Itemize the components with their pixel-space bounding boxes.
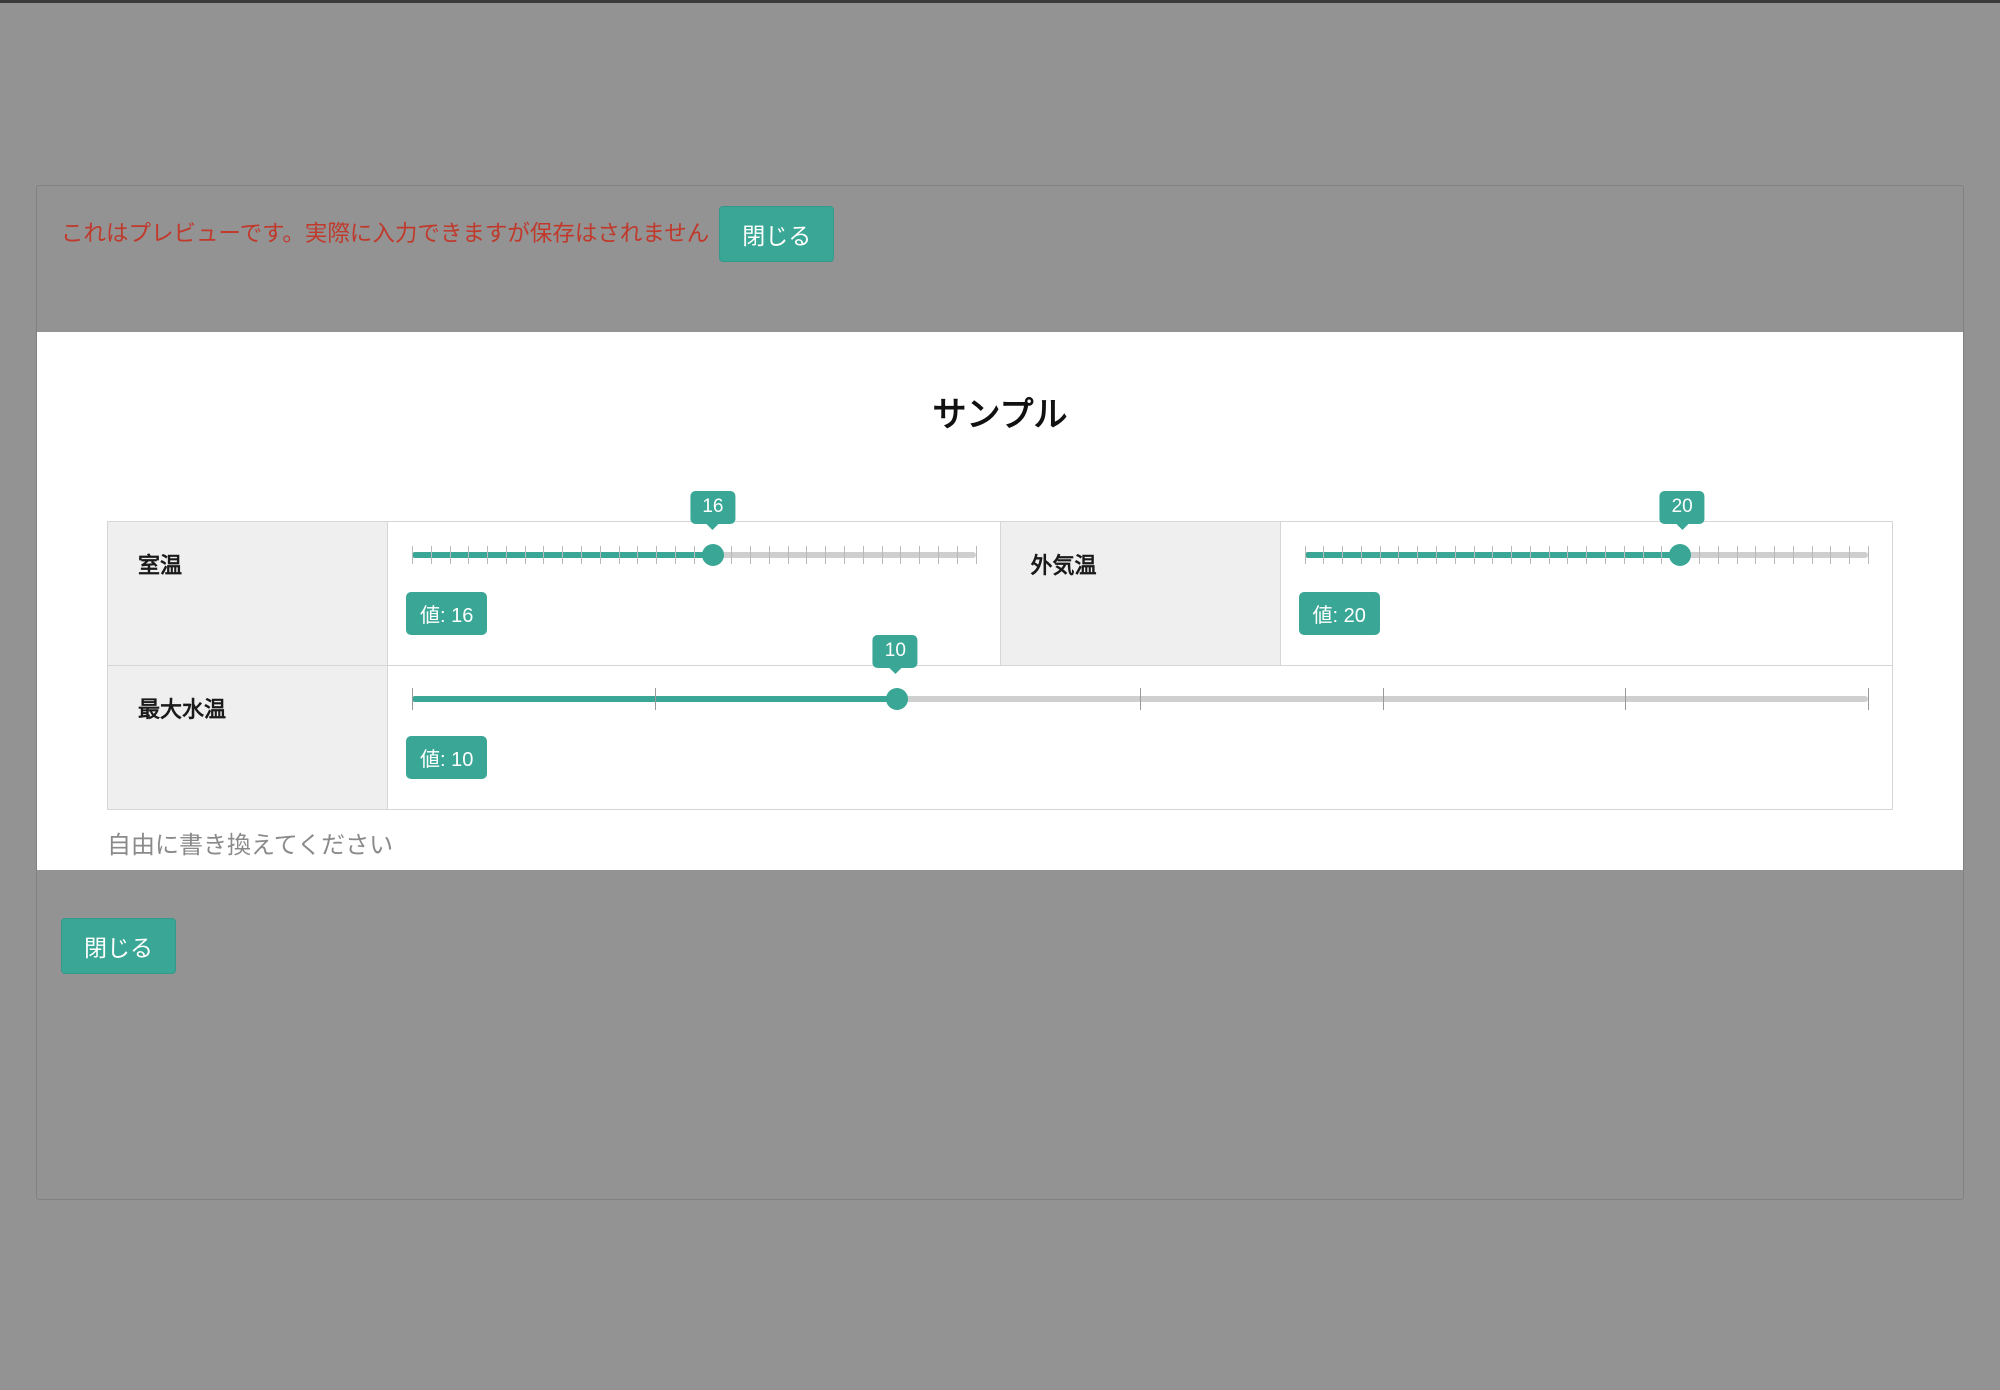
value-badge-max-water-temp: 値10	[406, 736, 487, 779]
slider-track-fill	[412, 696, 897, 702]
slider-track-fill	[412, 552, 713, 558]
value-badge-outside-temp: 値20	[1299, 592, 1380, 635]
preview-warning-text: これはプレビューです。実際に入力できますが保存はされません	[61, 218, 709, 250]
value-badge-number: 20	[1344, 605, 1366, 627]
table-row: 最大水温 10 値10	[108, 666, 1893, 810]
field-label-room-temp: 室温	[108, 522, 388, 666]
panel-title: サンプル	[107, 387, 1893, 436]
slider-track[interactable]	[412, 552, 976, 558]
freetext-input[interactable]	[107, 828, 1893, 864]
modal-inner: これはプレビューです。実際に入力できますが保存はされません 閉じる サンプル 室…	[37, 186, 1963, 998]
value-badge-label: 値	[420, 749, 451, 771]
slider-max-water-temp[interactable]: 10	[406, 686, 1874, 702]
field-control-outside-temp: 20 値20	[1280, 522, 1893, 666]
freetext-row	[107, 828, 1893, 870]
value-badge-label: 値	[1313, 605, 1344, 627]
value-badge-number: 16	[451, 605, 473, 627]
value-badge-label: 値	[420, 605, 451, 627]
slider-track[interactable]	[412, 696, 1868, 702]
preview-modal: これはプレビューです。実際に入力できますが保存はされません 閉じる サンプル 室…	[36, 185, 1964, 1200]
close-button-top[interactable]: 閉じる	[719, 206, 834, 262]
form-panel: サンプル 室温 16 値16 外気温 20 値20	[37, 332, 1963, 870]
close-button-bottom[interactable]: 閉じる	[61, 918, 176, 974]
preview-header-row: これはプレビューです。実際に入力できますが保存はされません 閉じる	[37, 206, 1963, 262]
slider-track[interactable]	[1305, 552, 1869, 558]
slider-outside-temp[interactable]: 20	[1299, 542, 1875, 558]
field-label-outside-temp: 外気温	[1000, 522, 1280, 666]
slider-value-bubble: 16	[690, 491, 735, 524]
value-badge-room-temp: 値16	[406, 592, 487, 635]
slider-value-bubble: 20	[1660, 491, 1705, 524]
slider-value-bubble: 10	[873, 635, 918, 668]
slider-thumb[interactable]	[1669, 544, 1691, 566]
slider-track-fill	[1305, 552, 1681, 558]
field-control-max-water-temp: 10 値10	[388, 666, 1893, 810]
slider-room-temp[interactable]: 16	[406, 542, 982, 558]
form-table: 室温 16 値16 外気温 20 値20	[107, 521, 1893, 810]
modal-footer: 閉じる	[37, 870, 1963, 974]
field-label-max-water-temp: 最大水温	[108, 666, 388, 810]
slider-thumb[interactable]	[886, 688, 908, 710]
table-row: 室温 16 値16 外気温 20 値20	[108, 522, 1893, 666]
slider-thumb[interactable]	[702, 544, 724, 566]
value-badge-number: 10	[451, 749, 473, 771]
